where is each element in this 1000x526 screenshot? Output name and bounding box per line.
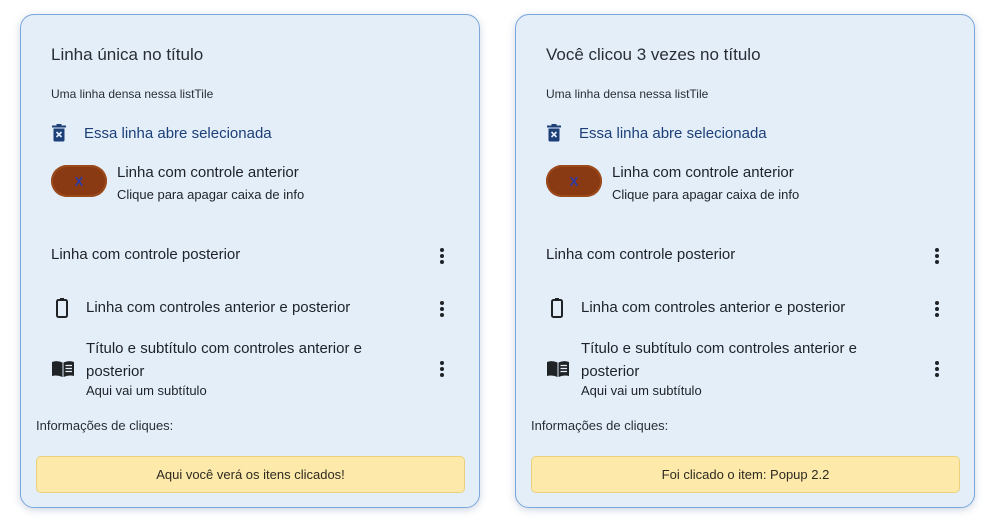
battery-icon xyxy=(56,298,68,318)
more-vert-icon[interactable] xyxy=(433,246,451,266)
trailing-tile-title[interactable]: Linha com controle posterior xyxy=(51,246,240,263)
more-vert-icon[interactable] xyxy=(433,359,451,379)
selected-tile-label: Essa linha abre selecionada xyxy=(84,124,272,142)
menu-book-icon xyxy=(52,361,74,377)
menu-book-icon xyxy=(547,361,569,377)
info-label: Informações de cliques: xyxy=(531,418,669,433)
leading-tile-title[interactable]: Linha com controle anterior xyxy=(117,164,299,181)
book-tile-subtitle: Aqui vai um subtítulo xyxy=(581,383,702,398)
card-title[interactable]: Linha única no título xyxy=(51,45,203,65)
list-tile-card: Você clicou 3 vezes no título Uma linha … xyxy=(515,14,975,508)
book-tile-title[interactable]: Título e subtítulo com controles anterio… xyxy=(86,337,416,383)
selected-tile-label: Essa linha abre selecionada xyxy=(579,124,767,142)
book-tile-subtitle: Aqui vai um subtítulo xyxy=(86,383,207,398)
more-vert-icon[interactable] xyxy=(928,299,946,319)
more-vert-icon[interactable] xyxy=(928,359,946,379)
more-vert-icon[interactable] xyxy=(433,299,451,319)
selected-tile[interactable]: Essa linha abre selecionada xyxy=(546,121,767,145)
leading-tile-title[interactable]: Linha com controle anterior xyxy=(612,164,794,181)
delete-forever-icon xyxy=(52,124,66,142)
list-tile-card: Linha única no título Uma linha densa ne… xyxy=(20,14,480,508)
selected-tile[interactable]: Essa linha abre selecionada xyxy=(51,121,272,145)
clear-info-button[interactable]: X xyxy=(51,165,107,197)
both-controls-tile-title[interactable]: Linha com controles anterior e posterior xyxy=(86,299,350,316)
both-controls-tile-title[interactable]: Linha com controles anterior e posterior xyxy=(581,299,845,316)
card-title[interactable]: Você clicou 3 vezes no título xyxy=(546,45,761,65)
delete-forever-icon xyxy=(547,124,561,142)
more-vert-icon[interactable] xyxy=(928,246,946,266)
info-label: Informações de cliques: xyxy=(36,418,174,433)
battery-icon xyxy=(551,298,563,318)
click-info-box: Foi clicado o item: Popup 2.2 xyxy=(531,456,960,493)
dense-tile[interactable]: Uma linha densa nessa listTile xyxy=(546,87,708,101)
book-tile-title[interactable]: Título e subtítulo com controles anterio… xyxy=(581,337,911,383)
leading-tile-subtitle: Clique para apagar caixa de info xyxy=(117,187,305,202)
dense-tile[interactable]: Uma linha densa nessa listTile xyxy=(51,87,213,101)
trailing-tile-title[interactable]: Linha com controle posterior xyxy=(546,246,735,263)
click-info-box: Aqui você verá os itens clicados! xyxy=(36,456,465,493)
leading-tile-subtitle: Clique para apagar caixa de info xyxy=(612,187,800,202)
clear-info-button[interactable]: X xyxy=(546,165,602,197)
